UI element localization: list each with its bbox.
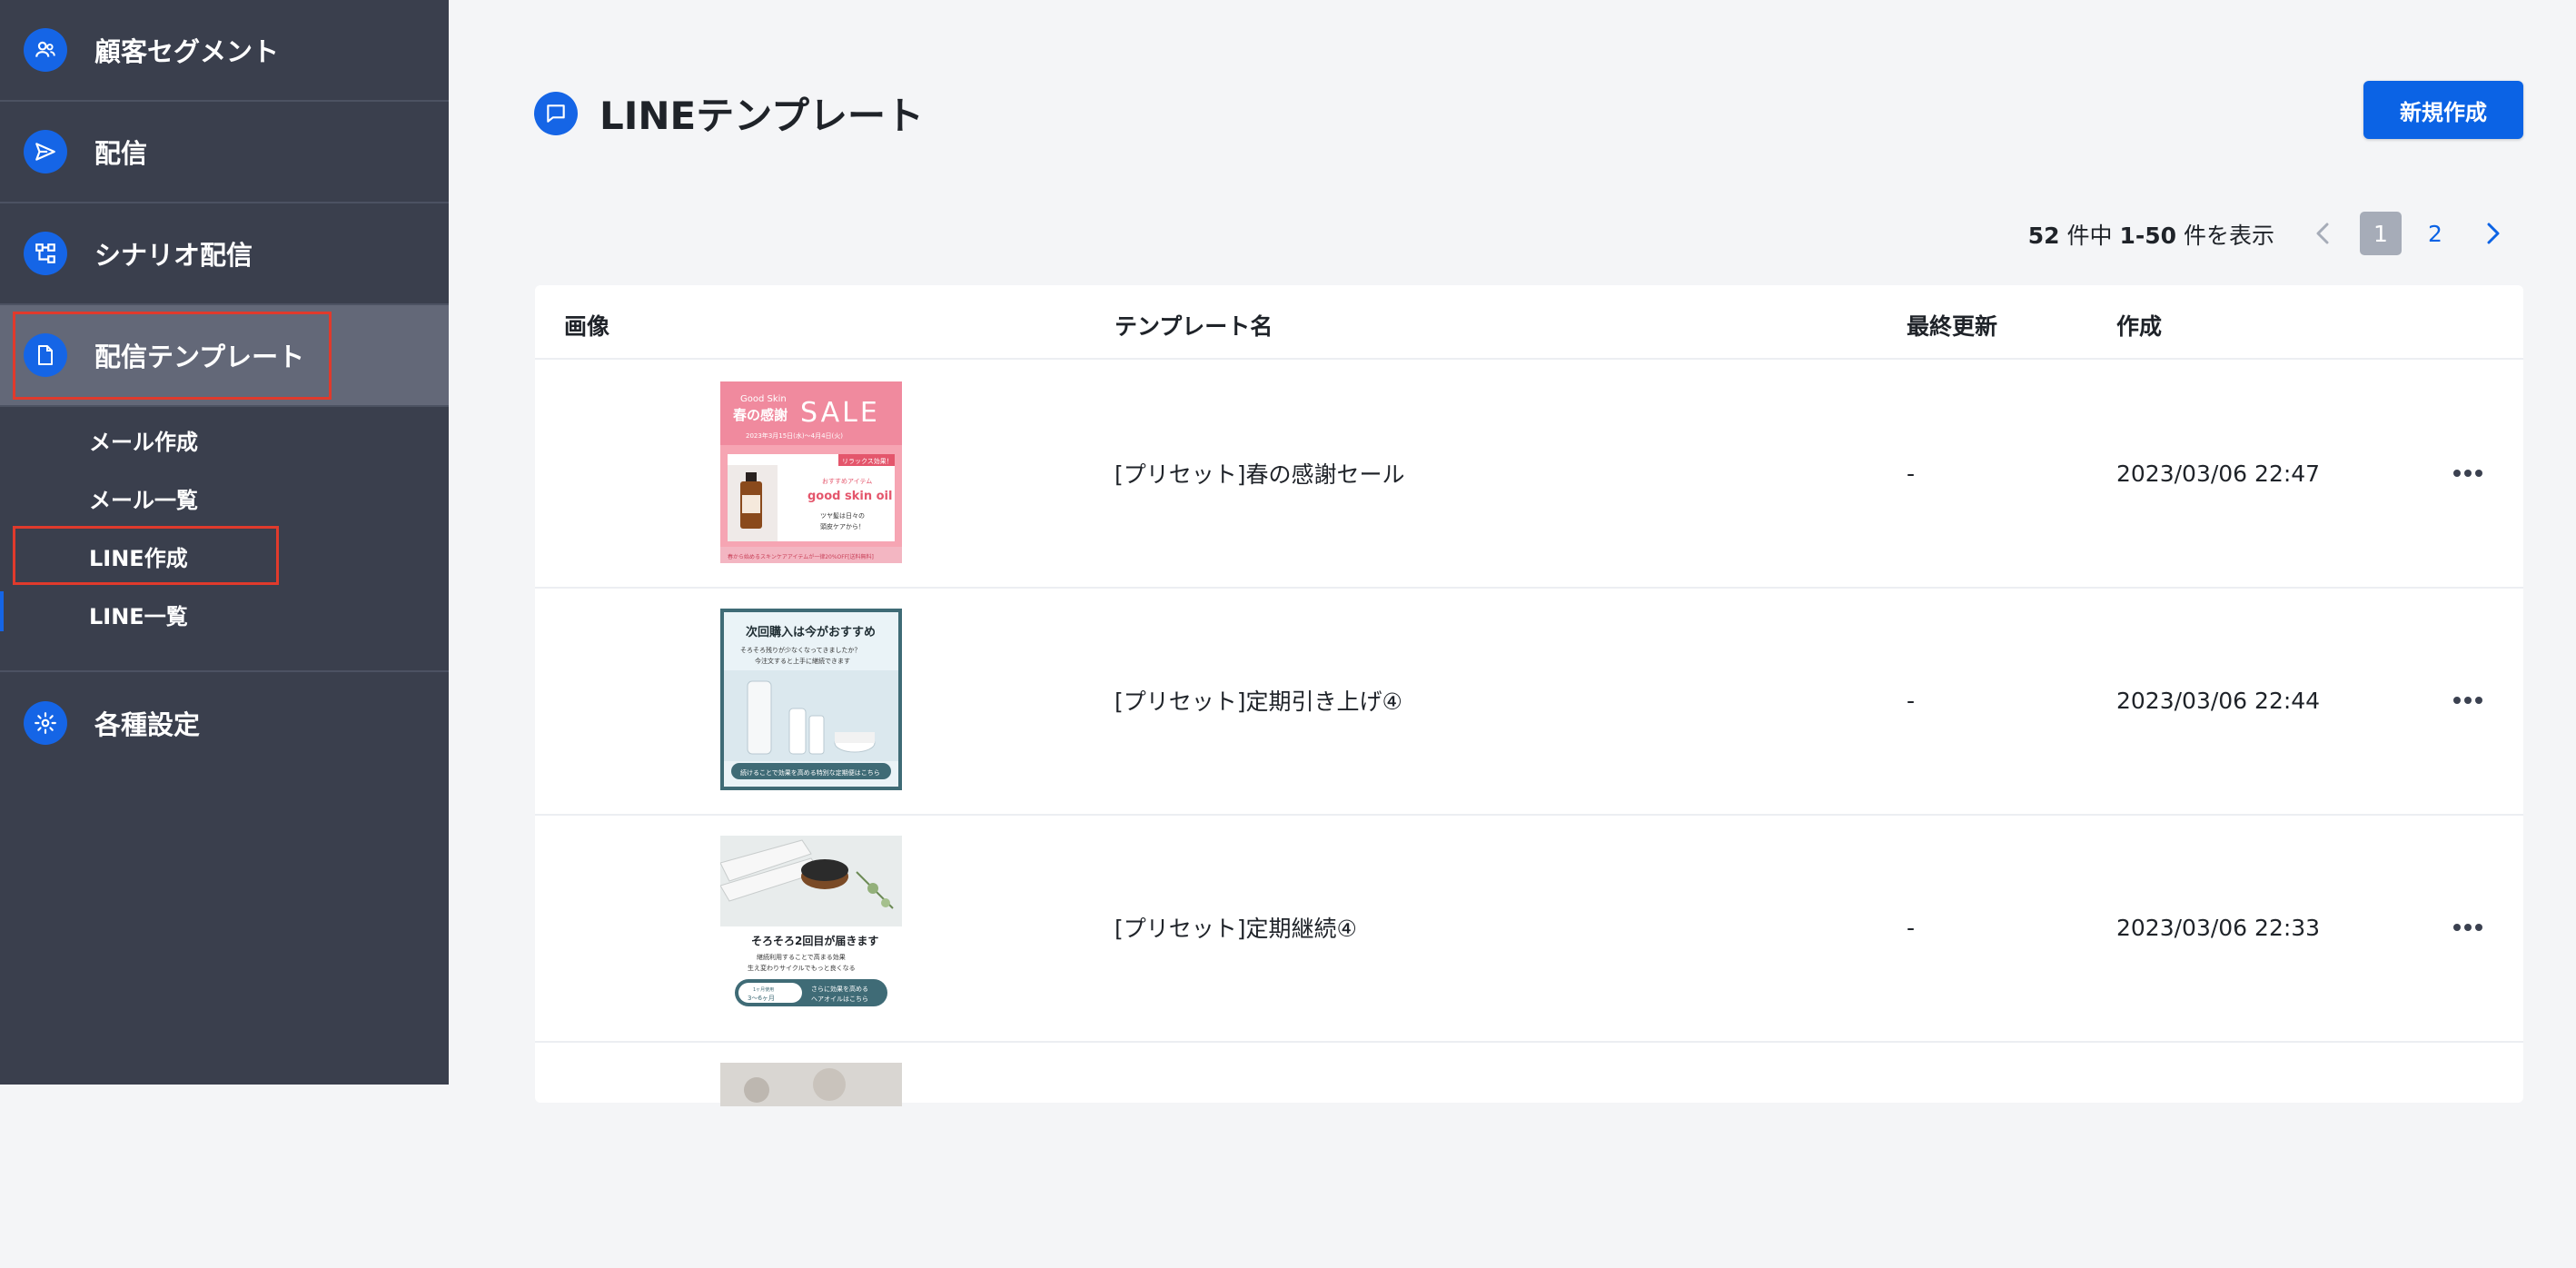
subitem-line-create[interactable]: LINE作成 [89, 540, 188, 572]
page-1-button[interactable]: 1 [2360, 212, 2402, 255]
sidebar-item-scenario[interactable]: シナリオ配信 [0, 203, 449, 305]
svg-text:春の感謝: 春の感謝 [733, 407, 788, 423]
thumbnail-partial [720, 1063, 902, 1106]
svg-text:リラックス効果！: リラックス効果！ [842, 457, 893, 465]
svg-text:次回購入は今がおすすめ: 次回購入は今がおすすめ [746, 625, 876, 639]
svg-text:ヘアオイルはこちら: ヘアオイルはこちら [811, 996, 868, 1003]
sidebar-item-settings[interactable]: 各種設定 [0, 672, 449, 774]
svg-text:3〜6ヶ月: 3〜6ヶ月 [748, 995, 775, 1002]
new-template-button[interactable]: 新規作成 [2363, 81, 2523, 139]
flow-icon [24, 232, 67, 275]
sidebar: 顧客セグメント 配信 シナリオ配信 配信テンプレート メール作成 メール一覧 L… [0, 0, 449, 1085]
template-name[interactable]: [プリセット]春の感謝セール [1115, 360, 1405, 587]
column-header-name: テンプレート名 [1115, 313, 1273, 340]
count-range: 1-50 [2119, 223, 2177, 249]
sidebar-item-label: シナリオ配信 [94, 240, 253, 271]
chevron-left-icon[interactable] [2313, 220, 2334, 251]
column-header-created: 作成 [2116, 313, 2163, 340]
svg-text:そろそろ2回目が届きます: そろそろ2回目が届きます [751, 934, 878, 947]
sidebar-item-delivery[interactable]: 配信 [0, 102, 449, 203]
svg-text:good skin oil: good skin oil [807, 490, 892, 503]
svg-text:2023年3月15日(水)〜4月4日(火): 2023年3月15日(水)〜4月4日(火) [746, 431, 843, 440]
template-name[interactable]: [プリセット]定期継続④ [1115, 814, 1357, 1041]
chevron-right-icon[interactable] [2482, 220, 2503, 251]
svg-text:春から始めるスキンケアアイテムが一律20%OFF[送料無料]: 春から始めるスキンケアアイテムが一律20%OFF[送料無料] [728, 553, 874, 560]
more-options-icon[interactable] [2453, 360, 2486, 587]
more-options-icon[interactable] [2453, 587, 2486, 814]
chat-icon [534, 91, 578, 135]
svg-text:頭皮ケアから！: 頭皮ケアから！ [820, 522, 865, 530]
table-row[interactable]: 次回購入は今がおすすめ そろそろ残りが少なくなってきましたか？ 今注文すると上手… [535, 587, 2523, 816]
svg-text:そろそろ残りが少なくなってきましたか？: そろそろ残りが少なくなってきましたか？ [740, 646, 860, 654]
created-date: 2023/03/06 22:47 [2116, 460, 2321, 487]
sidebar-item-templates[interactable]: 配信テンプレート [0, 305, 449, 407]
subitem-mail-create[interactable]: メール作成 [89, 424, 198, 456]
last-updated: - [1907, 460, 1916, 487]
more-options-icon[interactable] [2453, 814, 2486, 1041]
sidebar-item-label: 配信 [94, 138, 148, 169]
active-indicator [0, 591, 4, 631]
result-count: 52 件中 1-50 件を表示 [2028, 218, 2274, 251]
column-header-updated: 最終更新 [1907, 313, 1998, 340]
svg-text:生え変わりサイクルでもっと良くなる: 生え変わりサイクルでもっと良くなる [748, 964, 856, 972]
created-date: 2023/03/06 22:33 [2116, 914, 2321, 941]
table-row[interactable]: そろそろ2回目が届きます 継続利用することで高まる効果 生え変わりサイクルでもっ… [535, 814, 2523, 1043]
svg-text:SALE: SALE [800, 397, 880, 429]
page-2-button[interactable]: 2 [2414, 212, 2456, 255]
column-header-image: 画像 [564, 313, 610, 340]
subitem-mail-list[interactable]: メール一覧 [89, 482, 198, 514]
svg-text:さらに効果を高める: さらに効果を高める [811, 985, 868, 993]
template-name[interactable]: [プリセット]定期引き上げ④ [1115, 587, 1402, 814]
thumbnail-subscription-continue[interactable]: そろそろ2回目が届きます 継続利用することで高まる効果 生え変わりサイクルでもっ… [720, 836, 902, 1017]
users-icon [24, 28, 67, 72]
table-row[interactable]: Good Skin 春の感謝 SALE 2023年3月15日(水)〜4月4日(火… [535, 360, 2523, 589]
gear-icon [24, 701, 67, 745]
send-icon [24, 130, 67, 173]
count-total: 52 [2027, 223, 2060, 249]
table-row[interactable] [535, 1041, 2523, 1268]
svg-text:おすすめアイテム: おすすめアイテム [822, 478, 872, 485]
last-updated: - [1907, 687, 1916, 714]
count-unit-prefix: 件中 [2066, 223, 2113, 249]
count-unit-suffix: 件を表示 [2183, 223, 2274, 249]
sidebar-item-customer-segment[interactable]: 顧客セグメント [0, 0, 449, 102]
last-updated: - [1907, 914, 1916, 941]
thumbnail-spring-sale[interactable]: Good Skin 春の感謝 SALE 2023年3月15日(水)〜4月4日(火… [720, 381, 902, 563]
sidebar-item-label: 配信テンプレート [94, 342, 305, 372]
document-icon [24, 333, 67, 377]
svg-text:続けることで効果を高める特別な定期便はこちら: 続けることで効果を高める特別な定期便はこちら [740, 768, 880, 777]
subitem-line-list[interactable]: LINE一覧 [89, 599, 188, 630]
sidebar-item-label: 各種設定 [94, 709, 201, 740]
svg-text:継続利用することで高まる効果: 継続利用することで高まる効果 [757, 953, 846, 961]
svg-text:今注文すると上手に継続できます: 今注文すると上手に継続できます [755, 657, 850, 665]
thumbnail-subscription-upgrade[interactable]: 次回購入は今がおすすめ そろそろ残りが少なくなってきましたか？ 今注文すると上手… [720, 609, 902, 790]
sidebar-item-label: 顧客セグメント [94, 36, 280, 67]
page-header: LINEテンプレート [534, 85, 924, 141]
svg-text:Good Skin: Good Skin [740, 394, 787, 404]
created-date: 2023/03/06 22:44 [2116, 687, 2321, 714]
template-table: 画像 テンプレート名 最終更新 作成 Good Skin 春の感謝 SALE 2… [535, 285, 2523, 1106]
svg-text:1ヶ月使用: 1ヶ月使用 [753, 986, 774, 993]
svg-text:ツヤ髪は日々の: ツヤ髪は日々の [820, 511, 865, 520]
page-title: LINEテンプレート [599, 94, 924, 138]
